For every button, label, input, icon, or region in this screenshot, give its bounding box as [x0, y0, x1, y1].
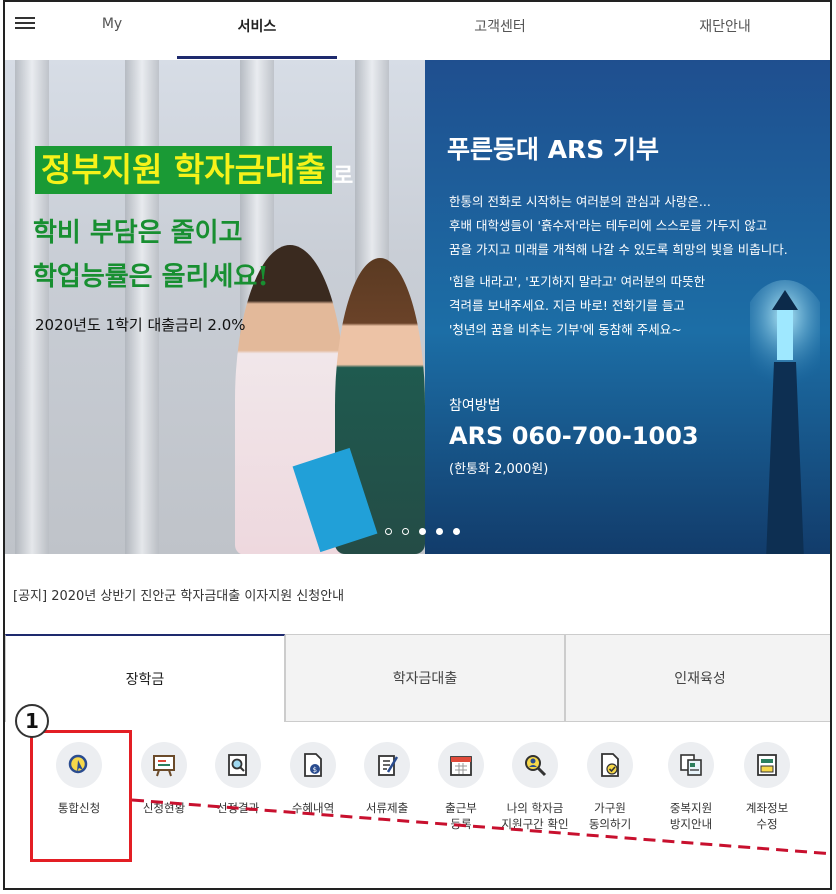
highlight-box: [30, 730, 132, 862]
app-frame: My 서비스 고객센터 재단안내 정부지원 학자금대출 로 학비 부담은 줄이고…: [3, 0, 832, 890]
step-badge: 1: [15, 704, 49, 738]
